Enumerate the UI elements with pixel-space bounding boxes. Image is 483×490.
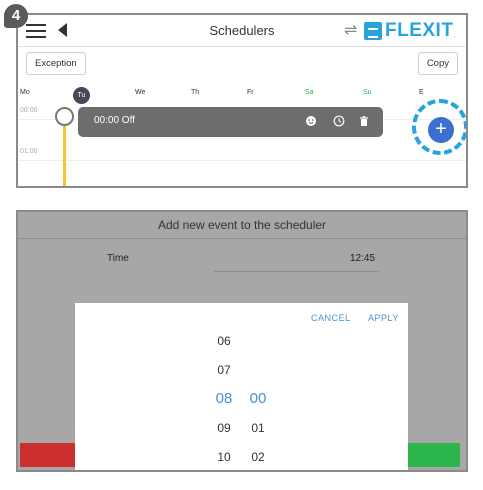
trash-icon[interactable] [358,115,370,127]
hour-selected[interactable]: 08 [209,390,239,407]
step-badge: 4 [4,4,28,28]
day-header: Mo Tu We Th Fr Sa Su E [18,87,466,104]
minute-option[interactable]: 02 [243,450,273,464]
day-tu-today[interactable]: Tu [73,87,90,104]
scheduler-screen: Schedulers ⇌ FLEXIT . Exception Copy Mo … [16,13,468,188]
cancel-red-button[interactable] [20,443,78,467]
confirm-green-button[interactable] [404,443,460,467]
event-node[interactable] [55,107,74,126]
minute-selected[interactable]: 00 [243,390,273,407]
dialog-title: Add new event to the scheduler [157,218,327,232]
time-picker: CANCEL APPLY 06 07 08 09 10 00 01 02 [75,303,408,470]
logo-text: FLEXIT [385,20,454,41]
swap-arrows-icon: ⇌ [344,22,358,39]
event-bar[interactable]: 00:00 Off [78,107,383,137]
day-sa[interactable]: Sa [305,89,314,96]
clock-icon[interactable] [333,115,345,127]
hour-option[interactable]: 07 [209,363,239,377]
picker-cancel-button[interactable]: CANCEL [311,313,351,323]
time-value-field[interactable]: 12:45 [350,253,375,264]
exception-button[interactable]: Exception [26,52,86,75]
divider [18,238,466,239]
add-event-dialog: Add new event to the scheduler Time 12:4… [16,210,468,472]
day-we[interactable]: We [135,89,145,96]
top-bar: Schedulers ⇌ FLEXIT . [18,15,466,47]
hour-option[interactable]: 10 [209,450,239,464]
add-event-button[interactable]: + [428,117,454,143]
logo-tm: . [453,33,456,39]
flexit-logo: FLEXIT . [364,20,455,42]
timeline-bar [63,118,66,186]
flexit-logo-mark-icon [364,22,382,40]
hour-option[interactable]: 06 [209,334,239,348]
day-fr[interactable]: Fr [247,89,254,96]
grid-line [18,160,466,161]
face-mode-icon[interactable] [305,115,317,127]
day-su[interactable]: Su [363,89,372,96]
hour-option[interactable]: 09 [209,421,239,435]
day-e[interactable]: E [419,89,424,96]
minute-option[interactable]: 01 [243,421,273,435]
time-label-0100: 01:00 [20,148,38,155]
time-label-0000: 00:00 [20,107,38,114]
time-field-underline [214,271,379,272]
picker-apply-button[interactable]: APPLY [368,313,399,323]
time-label: Time [107,253,129,264]
day-mo[interactable]: Mo [20,89,30,96]
copy-button[interactable]: Copy [417,52,458,75]
day-th[interactable]: Th [191,89,199,96]
event-text: 00:00 Off [94,115,135,126]
